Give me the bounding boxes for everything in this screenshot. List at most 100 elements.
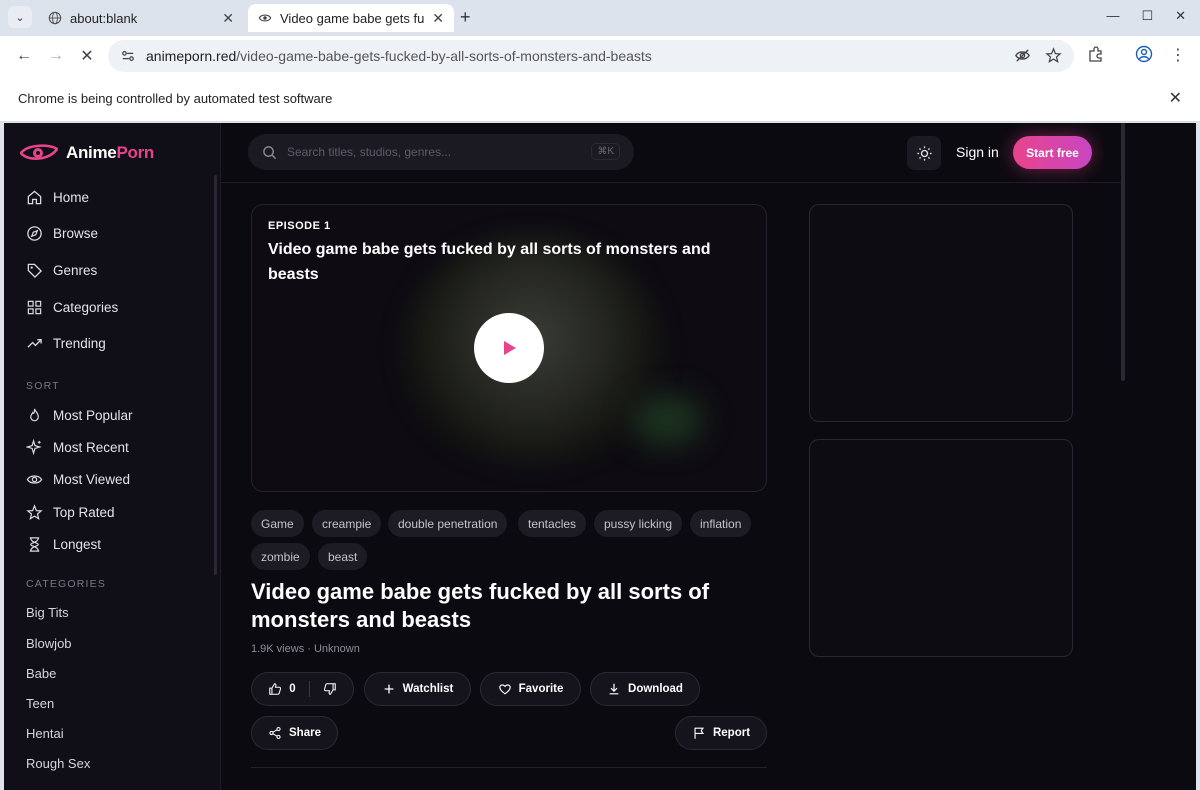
automation-infobar: Chrome is being controlled by automated … — [0, 76, 1200, 122]
sidebar-item-browse[interactable]: Browse — [26, 225, 98, 242]
sun-icon — [916, 145, 932, 161]
sidebar-item-top-rated[interactable]: Top Rated — [26, 504, 115, 521]
sidebar-item-label: Most Viewed — [53, 472, 131, 487]
download-label: Download — [628, 683, 683, 695]
report-button[interactable]: Report — [675, 716, 767, 750]
category-item[interactable]: Teen — [26, 696, 54, 711]
category-item[interactable]: Blowjob — [26, 636, 72, 651]
close-icon[interactable]: ✕ — [222, 10, 234, 27]
sidebar-item-most-viewed[interactable]: Most Viewed — [26, 471, 130, 488]
search-input[interactable]: Search titles, studios, genres... ⌘K — [248, 134, 634, 170]
tag-chip[interactable]: inflation — [690, 510, 752, 537]
tag-chip[interactable]: pussy licking — [594, 510, 683, 537]
eye-logo-icon — [20, 144, 58, 160]
close-window-icon[interactable]: ✕ — [1175, 8, 1186, 24]
site-logo[interactable]: AnimePorn — [20, 143, 154, 163]
section-divider — [251, 767, 767, 768]
favorite-label: Favorite — [518, 683, 564, 695]
theme-toggle-button[interactable] — [907, 136, 941, 170]
page-scrollbar[interactable] — [1121, 123, 1125, 381]
tab-about-blank[interactable]: about:blank ✕ — [38, 4, 244, 32]
category-item[interactable]: Big Tits — [26, 605, 69, 620]
sidebar-item-trending[interactable]: Trending — [26, 335, 106, 352]
sidebar-item-label: Most Recent — [53, 440, 129, 455]
play-button[interactable] — [474, 313, 544, 383]
like-dislike-group: 0 — [251, 672, 354, 706]
tag-chip[interactable]: creampie — [312, 510, 382, 537]
address-bar[interactable]: animeporn.red/video-game-babe-gets-fucke… — [108, 40, 1074, 72]
sidebar-item-label: Home — [53, 190, 90, 205]
sidebar-item-label: Top Rated — [53, 505, 115, 520]
browser-tab-bar: ⌄ about:blank ✕ Video game babe gets fu … — [0, 0, 1200, 36]
sparkle-icon — [26, 439, 42, 456]
plus-icon — [384, 684, 394, 694]
download-button[interactable]: Download — [590, 672, 700, 706]
eye-off-icon[interactable] — [1014, 47, 1031, 69]
divider — [308, 681, 310, 697]
site-header: Search titles, studios, genres... ⌘K Sig… — [221, 123, 1121, 183]
sidebar-item-label: Longest — [53, 537, 102, 552]
close-icon[interactable]: ✕ — [1169, 88, 1182, 108]
dislike-button[interactable] — [323, 682, 337, 696]
sign-in-link[interactable]: Sign in — [956, 144, 999, 160]
download-icon — [609, 683, 619, 695]
share-button[interactable]: Share — [251, 716, 338, 750]
eye-icon — [26, 475, 43, 484]
new-tab-button[interactable]: + — [460, 7, 471, 28]
tab-search-button[interactable]: ⌄ — [8, 6, 32, 28]
category-item[interactable]: Babe — [26, 666, 56, 681]
forward-icon[interactable]: → — [45, 45, 67, 67]
trending-icon — [27, 339, 42, 348]
ad-slot — [809, 439, 1073, 657]
close-icon[interactable]: ✕ — [432, 10, 444, 27]
ad-slot — [809, 204, 1073, 422]
grid-icon — [27, 300, 42, 315]
maximize-icon[interactable]: ☐ — [1141, 8, 1153, 24]
tag-chip[interactable]: Game — [251, 510, 304, 537]
sidebar-item-genres[interactable]: Genres — [26, 262, 97, 279]
tab-title: Video game babe gets fu — [280, 10, 425, 26]
chevron-down-icon: ⌄ — [15, 11, 25, 24]
category-item[interactable]: Rough Sex — [26, 756, 90, 771]
page-content: AnimePorn Home Browse Genres Categories … — [4, 123, 1196, 790]
sidebar-item-label: Browse — [53, 226, 99, 241]
menu-kebab-icon[interactable]: ⋮ — [1170, 45, 1186, 65]
heart-icon — [498, 684, 511, 695]
site-settings-icon[interactable] — [118, 46, 138, 66]
search-shortcut-badge: ⌘K — [591, 143, 620, 160]
video-title: Video game babe gets fucked by all sorts… — [251, 579, 710, 632]
eye-slash-icon — [258, 11, 272, 25]
episode-label: EPISODE 1 — [268, 220, 331, 232]
tab-active-video[interactable]: Video game babe gets fu ✕ — [248, 4, 454, 32]
thumbs-down-icon — [323, 683, 336, 695]
back-icon[interactable]: ← — [13, 45, 35, 67]
tab-title: about:blank — [70, 10, 138, 26]
star-icon — [26, 504, 43, 520]
extensions-icon[interactable] — [1087, 45, 1105, 63]
bookmark-star-icon[interactable] — [1045, 47, 1062, 69]
favorite-button[interactable]: Favorite — [480, 672, 581, 706]
tag-chip[interactable]: double penetration — [388, 510, 508, 537]
category-item[interactable]: Hentai — [26, 726, 64, 741]
start-free-button[interactable]: Start free — [1013, 136, 1092, 169]
sidebar-item-longest[interactable]: Longest — [26, 536, 101, 553]
window-controls: — ☐ ✕ — [1106, 8, 1186, 24]
video-player[interactable]: EPISODE 1 Video game babe gets fucked by… — [251, 204, 767, 492]
sort-section-label: SORT — [26, 380, 60, 392]
minimize-icon[interactable]: — — [1106, 8, 1119, 24]
sidebar-item-most-popular[interactable]: Most Popular — [26, 407, 133, 424]
sidebar: AnimePorn Home Browse Genres Categories … — [4, 123, 221, 790]
video-meta: 1.9K views · Unknown — [251, 643, 360, 655]
watchlist-button[interactable]: Watchlist — [364, 672, 471, 706]
sidebar-item-home[interactable]: Home — [26, 189, 89, 206]
profile-icon[interactable] — [1135, 45, 1153, 63]
sidebar-scrollbar[interactable] — [214, 175, 217, 575]
tag-chip[interactable]: beast — [318, 543, 368, 570]
sidebar-item-most-recent[interactable]: Most Recent — [26, 439, 129, 456]
sidebar-item-label: Trending — [53, 336, 106, 351]
tag-chip[interactable]: tentacles — [518, 510, 587, 537]
stop-loading-icon[interactable]: ✕ — [76, 45, 98, 67]
tag-chip[interactable]: zombie — [251, 543, 310, 570]
like-button[interactable]: 0 — [268, 682, 296, 696]
sidebar-item-categories[interactable]: Categories — [26, 299, 118, 316]
